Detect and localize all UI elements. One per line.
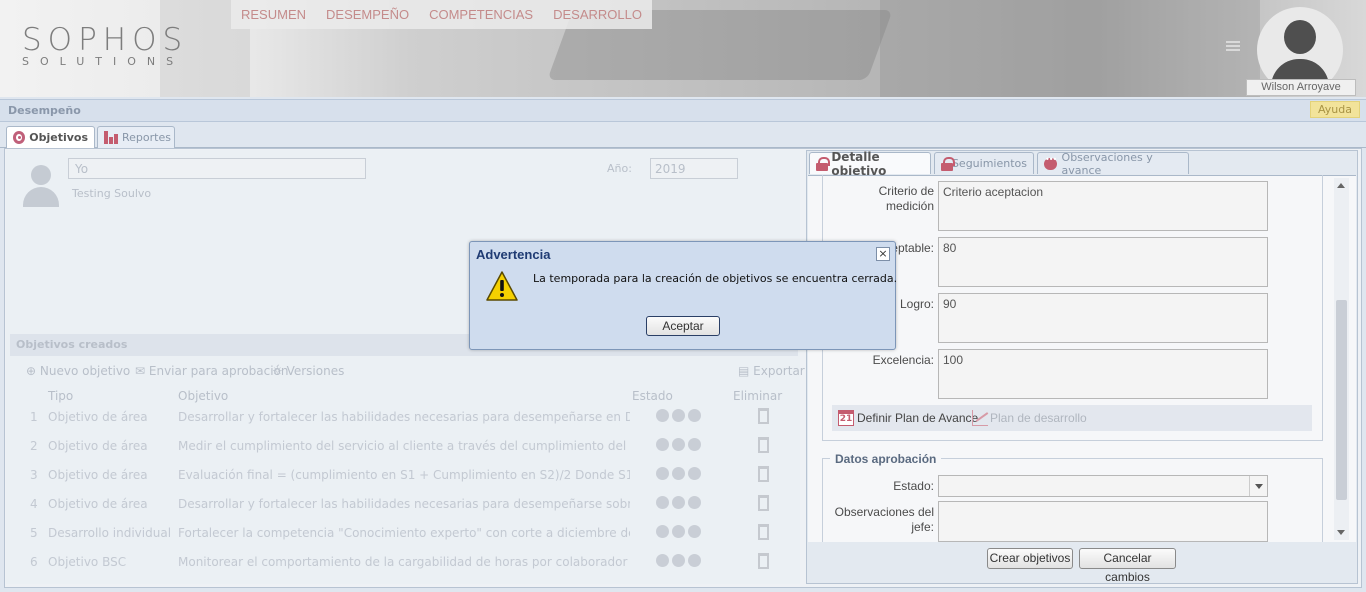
dialog-title: Advertencia	[476, 247, 551, 262]
accept-button[interactable]: Aceptar	[646, 316, 720, 336]
close-icon[interactable]: ×	[876, 247, 890, 261]
warning-dialog: Advertencia × La temporada para la creac…	[469, 241, 898, 350]
dialog-message: La temporada para la creación de objetiv…	[533, 272, 898, 285]
warning-icon	[486, 271, 518, 301]
